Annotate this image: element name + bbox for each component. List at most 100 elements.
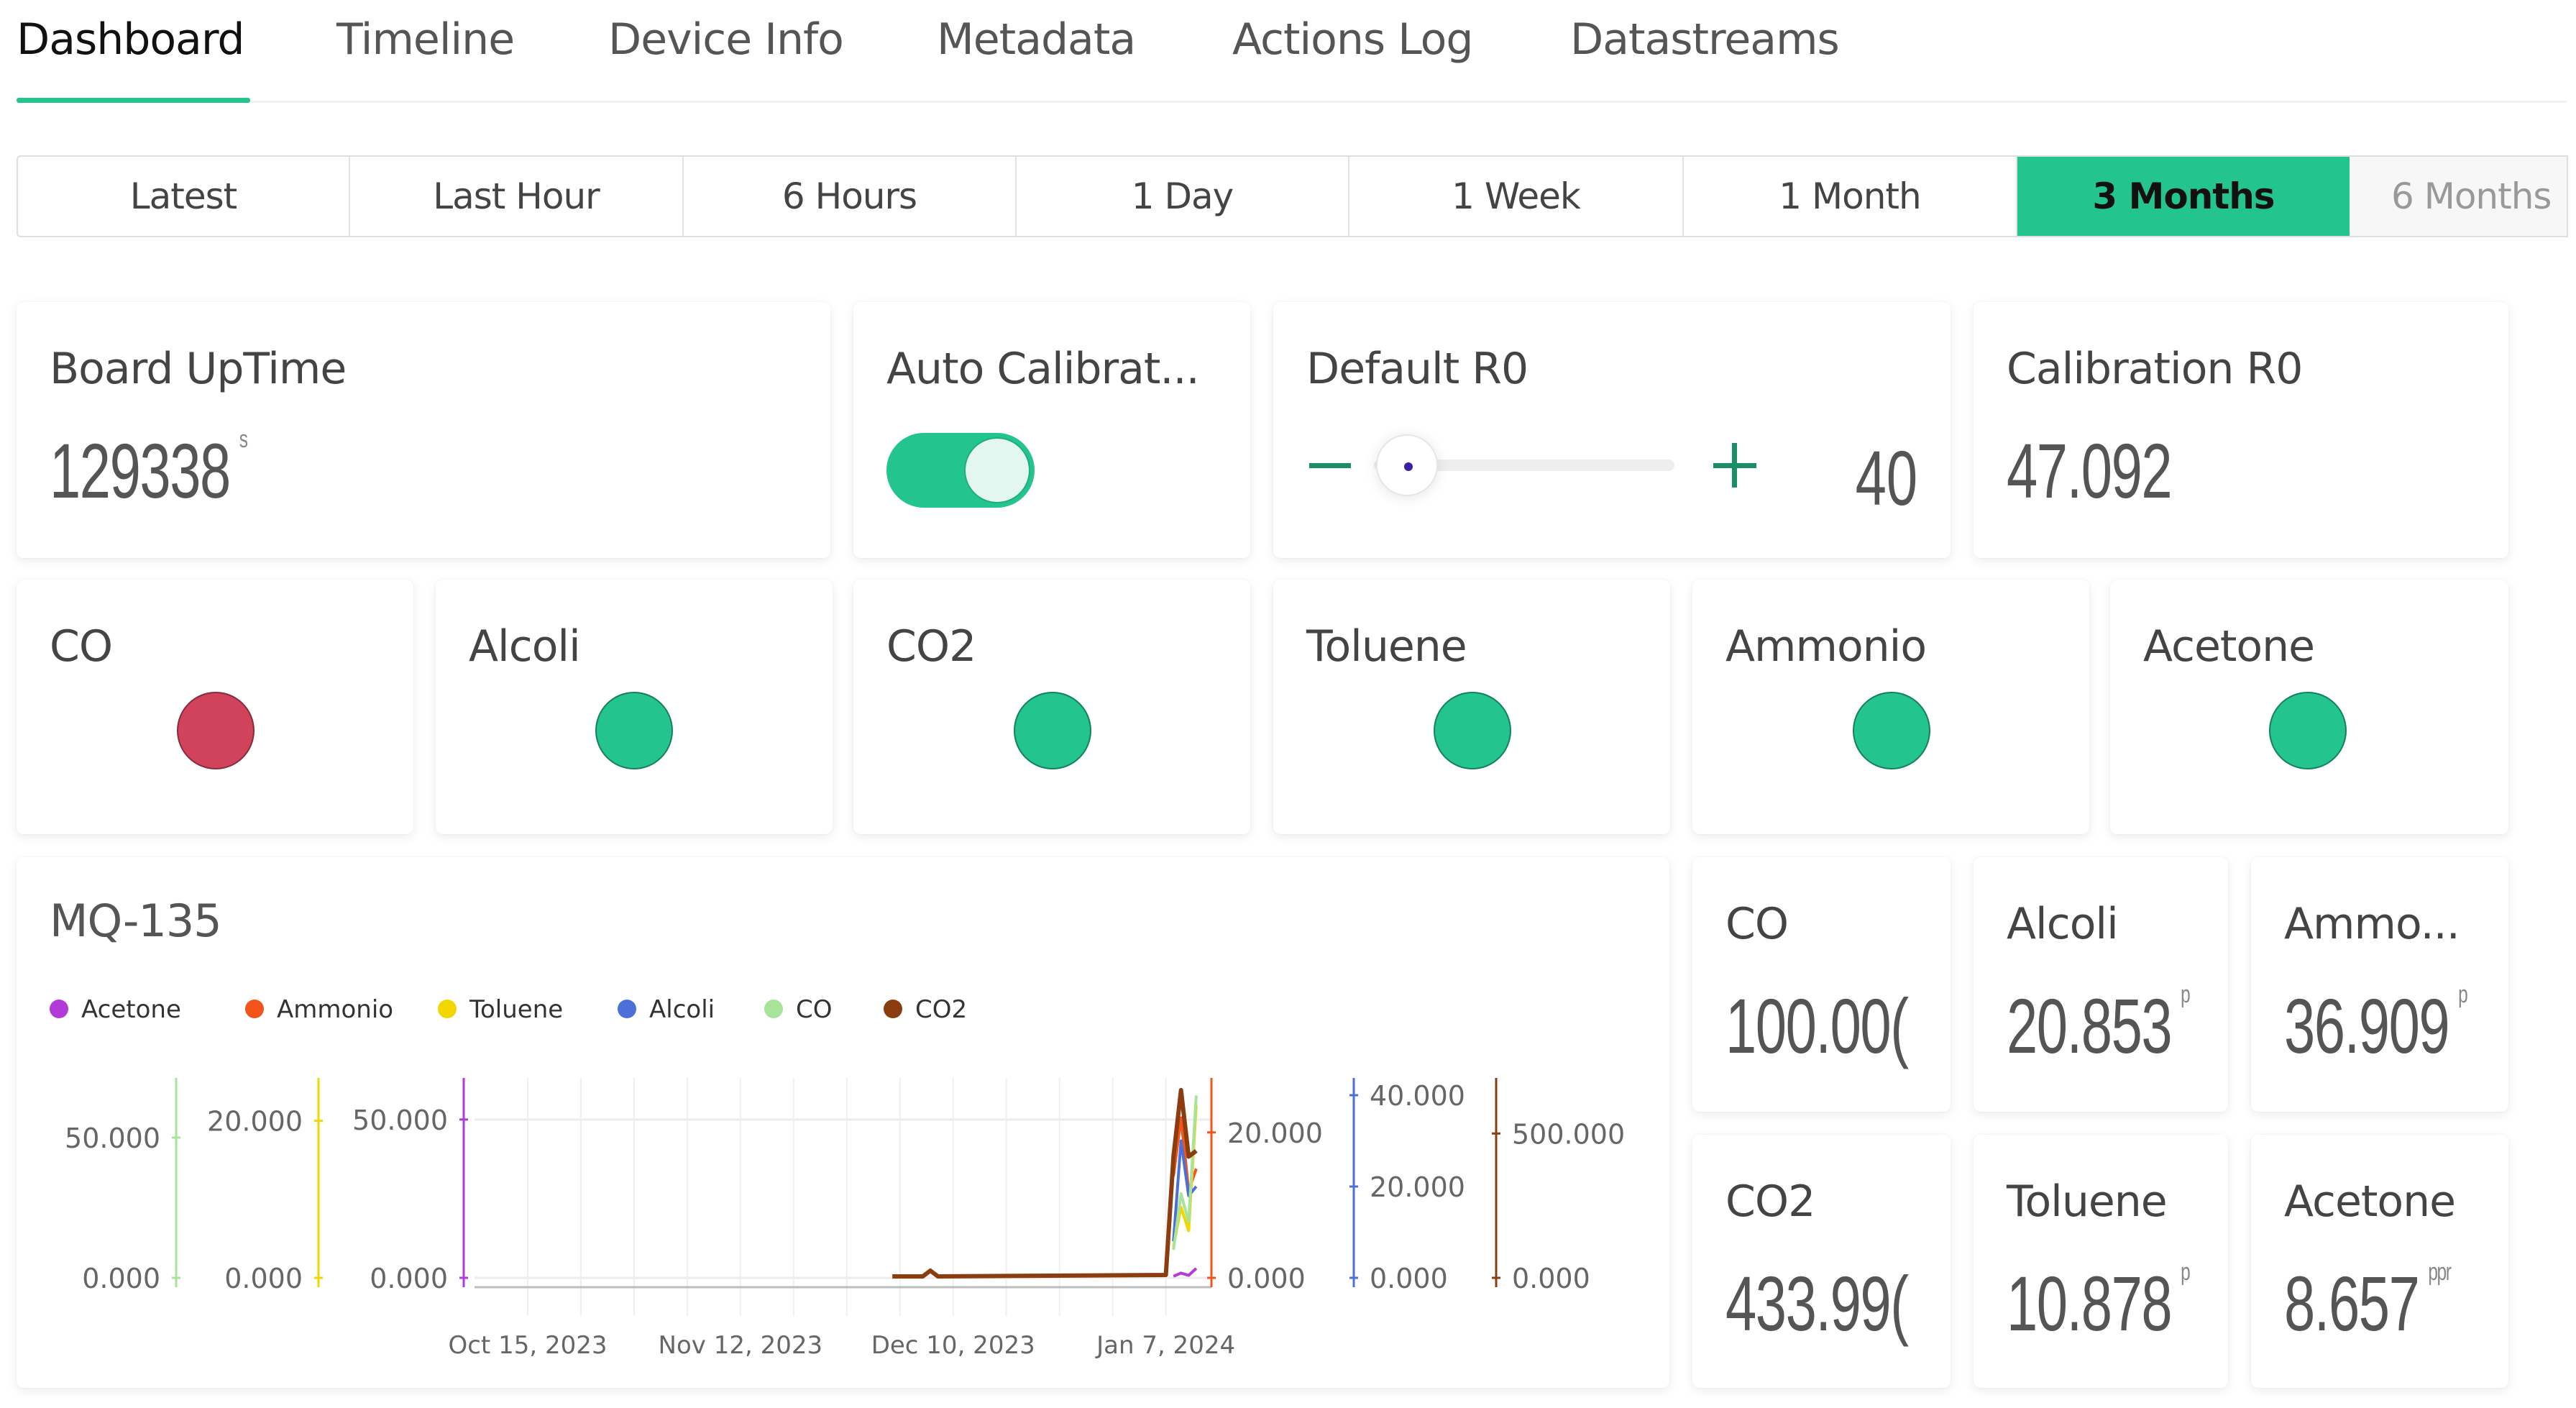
- range-6-months[interactable]: 6 Months: [2350, 157, 2567, 236]
- plus-icon-vertical[interactable]: [1732, 443, 1737, 488]
- value-number: 20.853 p: [2007, 981, 2191, 1071]
- value-card-ammonio: Ammo... 36.909 p: [2251, 857, 2508, 1112]
- led-label: Toluene: [1306, 621, 1467, 672]
- value-unit: p: [2181, 1258, 2191, 1286]
- toggle-knob: [964, 437, 1030, 503]
- led-label: Alcoli: [469, 621, 581, 672]
- auto-calibration-title: Auto Calibrat...: [886, 344, 1200, 394]
- led-label: Ammonio: [1725, 621, 1927, 672]
- status-led-icon: [177, 692, 255, 769]
- value-unit: p: [2458, 981, 2468, 1008]
- value-title: Ammo...: [2284, 899, 2460, 949]
- x-tick-label: Jan 7, 2024: [1095, 1331, 1235, 1360]
- value-text: 10.878: [2007, 1260, 2173, 1347]
- value-number: 433.99(: [1725, 1258, 1909, 1348]
- value-card-acetone: Acetone 8.657 ppr: [2251, 1135, 2508, 1388]
- board-uptime-title: Board UpTime: [50, 344, 347, 394]
- board-uptime-value: 129338 s: [50, 426, 248, 516]
- value-title: Toluene: [2007, 1176, 2168, 1227]
- board-uptime-card: Board UpTime 129338 s: [17, 302, 830, 558]
- board-uptime-unit: s: [239, 426, 248, 453]
- led-label: CO2: [886, 621, 976, 672]
- value-title: CO: [1725, 899, 1789, 949]
- auto-calibration-toggle[interactable]: [886, 433, 1035, 508]
- led-label: Acetone: [2143, 621, 2315, 672]
- range-1-week[interactable]: 1 Week: [1349, 157, 1684, 236]
- value-title: CO2: [1725, 1176, 1815, 1227]
- value-number: 36.909 p: [2284, 981, 2468, 1071]
- value-card-toluene: Toluene 10.878 p: [1974, 1135, 2228, 1388]
- slider-thumb-dot: [1404, 462, 1413, 471]
- value-number: 100.00(: [1725, 981, 1909, 1071]
- range-3-months[interactable]: 3 Months: [2017, 157, 2350, 236]
- y-tick-label: 0.000: [82, 1263, 160, 1294]
- tab-timeline[interactable]: Timeline: [336, 14, 515, 65]
- led-card-acetone: Acetone: [2110, 580, 2508, 834]
- tab-device-info[interactable]: Device Info: [608, 14, 844, 65]
- value-text: 8.657: [2284, 1260, 2420, 1347]
- y-tick-label: 20.000: [1370, 1171, 1465, 1203]
- series-line-acetone: [1173, 1267, 1198, 1278]
- value-title: Acetone: [2284, 1176, 2456, 1227]
- chart-plot[interactable]: 50.000 0.000 20.000 0.000 50.000 0.000 20.000 0…: [17, 857, 1669, 1388]
- y-tick-label: 500.000: [1512, 1118, 1625, 1150]
- tab-datastreams[interactable]: Datastreams: [1570, 14, 1840, 65]
- tab-bar: Dashboard Timeline Device Info Metadata …: [0, 0, 2576, 108]
- tab-dashboard[interactable]: Dashboard: [17, 14, 245, 65]
- value-title: Alcoli: [2007, 899, 2119, 949]
- y-tick-label: 50.000: [65, 1123, 160, 1154]
- mq135-chart-card: MQ-135 Acetone Ammonio Toluene Alcoli CO…: [17, 857, 1669, 1388]
- led-card-toluene: Toluene: [1273, 580, 1670, 834]
- range-last-hour[interactable]: Last Hour: [350, 157, 684, 236]
- auto-calibration-card: Auto Calibrat...: [853, 302, 1250, 558]
- range-1-month[interactable]: 1 Month: [1684, 157, 2017, 236]
- value-unit: ppr: [2428, 1258, 2452, 1286]
- value-text: 433.99(: [1725, 1260, 1909, 1347]
- calibration-r0-title: Calibration R0: [2007, 344, 2303, 394]
- y-tick-label: 0.000: [1370, 1263, 1448, 1294]
- y-tick-label: 50.000: [352, 1105, 448, 1136]
- y-tick-label: 20.000: [1227, 1117, 1323, 1149]
- value-card-co: CO 100.00(: [1692, 857, 1951, 1112]
- board-uptime-number: 129338: [50, 427, 231, 514]
- minus-icon[interactable]: [1309, 463, 1351, 468]
- status-led-icon: [2269, 692, 2347, 769]
- tab-metadata[interactable]: Metadata: [937, 14, 1136, 65]
- led-card-alcoli: Alcoli: [436, 580, 833, 834]
- tab-actions-log[interactable]: Actions Log: [1232, 14, 1473, 65]
- time-range-selector: Latest Last Hour 6 Hours 1 Day 1 Week 1 …: [17, 155, 2568, 237]
- value-text: 20.853: [2007, 982, 2173, 1069]
- series-line-co2: [892, 1088, 1198, 1279]
- range-6-hours[interactable]: 6 Hours: [684, 157, 1017, 236]
- slider-thumb[interactable]: [1376, 434, 1438, 496]
- active-tab-indicator: [17, 98, 250, 103]
- status-led-icon: [1014, 692, 1091, 769]
- value-unit: p: [2181, 981, 2191, 1008]
- value-number: 10.878 p: [2007, 1258, 2191, 1348]
- tab-divider: [250, 101, 2567, 103]
- y-tick-label: 0.000: [370, 1263, 448, 1294]
- default-r0-title: Default R0: [1306, 344, 1528, 394]
- range-latest[interactable]: Latest: [18, 157, 350, 236]
- calibration-r0-card: Calibration R0 47.092: [1974, 302, 2508, 558]
- status-led-icon: [1434, 692, 1511, 769]
- calibration-r0-value: 47.092: [2007, 427, 2173, 514]
- default-r0-card: Default R0 40: [1273, 302, 1951, 558]
- led-card-co2: CO2: [853, 580, 1250, 834]
- range-1-day[interactable]: 1 Day: [1017, 157, 1349, 236]
- x-tick-label: Oct 15, 2023: [448, 1331, 607, 1360]
- x-tick-label: Nov 12, 2023: [659, 1331, 823, 1360]
- y-tick-label: 20.000: [207, 1106, 303, 1138]
- default-r0-value: 40: [1855, 434, 1917, 521]
- led-card-co: CO: [17, 580, 413, 834]
- status-led-icon: [595, 692, 673, 769]
- status-led-icon: [1853, 692, 1930, 769]
- y-tick-label: 40.000: [1370, 1080, 1465, 1112]
- value-text: 36.909: [2284, 982, 2450, 1069]
- value-card-alcoli: Alcoli 20.853 p: [1974, 857, 2228, 1112]
- y-tick-label: 0.000: [1227, 1263, 1306, 1294]
- value-card-co2: CO2 433.99(: [1692, 1135, 1951, 1388]
- y-tick-label: 0.000: [1512, 1263, 1590, 1294]
- y-tick-label: 0.000: [224, 1263, 303, 1294]
- led-label: CO: [50, 621, 113, 672]
